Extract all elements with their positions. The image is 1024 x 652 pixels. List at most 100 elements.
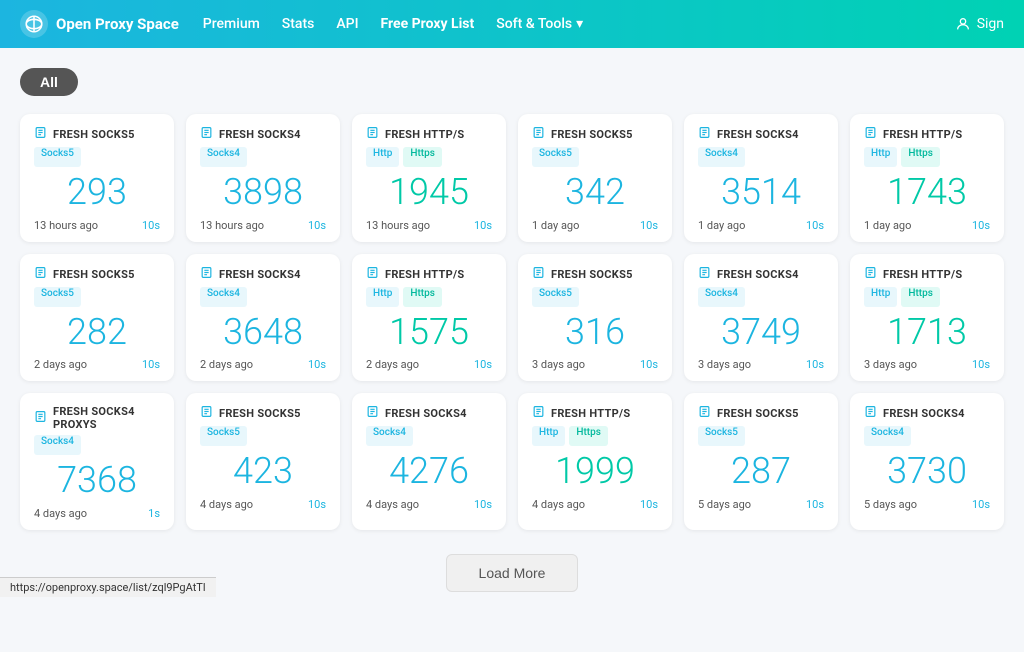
card-count: 3648	[200, 313, 326, 353]
card-interval: 10s	[142, 219, 160, 232]
card-time: 4 days ago	[532, 498, 585, 511]
proxy-card[interactable]: FRESH SOCKS4 Socks4 3730 5 days ago 10s	[850, 393, 1004, 530]
proxy-card[interactable]: FRESH HTTP/S HttpHttps 1999 4 days ago 1…	[518, 393, 672, 530]
proxy-card[interactable]: FRESH SOCKS4 Socks4 3514 1 day ago 10s	[684, 114, 838, 242]
card-footer: 2 days ago 10s	[200, 358, 326, 371]
proxy-card[interactable]: FRESH HTTP/S HttpHttps 1743 1 day ago 10…	[850, 114, 1004, 242]
nav-link-free-proxy-list[interactable]: Free Proxy List	[373, 12, 483, 36]
proxy-list-icon	[864, 405, 877, 422]
card-footer: 1 day ago 10s	[532, 219, 658, 232]
proxy-card[interactable]: FRESH SOCKS4 Socks4 3648 2 days ago 10s	[186, 254, 340, 382]
card-footer: 5 days ago 10s	[864, 498, 990, 511]
proxy-card[interactable]: FRESH SOCKS4 Socks4 3749 3 days ago 10s	[684, 254, 838, 382]
proxy-card[interactable]: FRESH SOCKS5 Socks5 342 1 day ago 10s	[518, 114, 672, 242]
card-count: 342	[532, 173, 658, 213]
proxy-card[interactable]: FRESH HTTP/S HttpHttps 1945 13 hours ago…	[352, 114, 506, 242]
tag-socks5: Socks5	[532, 147, 579, 167]
load-more-button[interactable]: Load More	[446, 554, 579, 592]
nav-sign-button[interactable]: Sign	[955, 16, 1004, 32]
nav-link-api[interactable]: API	[328, 12, 366, 36]
tag-http: Http	[366, 287, 399, 307]
card-time: 1 day ago	[698, 219, 745, 232]
card-footer: 4 days ago 1s	[34, 507, 160, 520]
tag-socks5: Socks5	[34, 287, 81, 307]
card-count: 316	[532, 313, 658, 353]
card-count: 3898	[200, 173, 326, 213]
tag-https: Https	[403, 287, 442, 307]
proxy-card[interactable]: FRESH HTTP/S HttpHttps 1713 3 days ago 1…	[850, 254, 1004, 382]
proxy-card[interactable]: FRESH SOCKS4 Socks4 4276 4 days ago 10s	[352, 393, 506, 530]
card-time: 2 days ago	[34, 358, 87, 371]
proxy-list-icon	[532, 126, 545, 143]
proxy-list-icon	[34, 126, 47, 143]
nav-link-stats[interactable]: Stats	[274, 12, 323, 36]
card-count: 3749	[698, 313, 824, 353]
proxy-list-icon	[864, 266, 877, 283]
card-interval: 10s	[308, 358, 326, 371]
card-tags: Socks5	[34, 287, 160, 307]
proxy-card[interactable]: FRESH SOCKS5 Socks5 282 2 days ago 10s	[20, 254, 174, 382]
proxy-grid: FRESH SOCKS5 Socks5 293 13 hours ago 10s…	[20, 114, 1004, 530]
card-tags: Socks4	[698, 147, 824, 167]
card-count: 287	[698, 452, 824, 492]
proxy-card[interactable]: FRESH SOCKS5 Socks5 293 13 hours ago 10s	[20, 114, 174, 242]
card-title: FRESH SOCKS4	[219, 128, 301, 141]
card-footer: 13 hours ago 10s	[200, 219, 326, 232]
card-title: FRESH HTTP/S	[551, 407, 630, 420]
statusbar: https://openproxy.space/list/zql9PgAtTl	[0, 577, 216, 597]
card-tags: Socks5	[532, 147, 658, 167]
nav-logo[interactable]: Open Proxy Space	[20, 10, 179, 38]
proxy-list-icon	[532, 405, 545, 422]
card-count: 1999	[532, 452, 658, 492]
card-footer: 13 hours ago 10s	[34, 219, 160, 232]
card-interval: 10s	[640, 498, 658, 511]
proxy-card[interactable]: FRESH SOCKS4 PROXYS Socks4 7368 4 days a…	[20, 393, 174, 530]
card-title: FRESH HTTP/S	[883, 268, 962, 281]
card-footer: 1 day ago 10s	[864, 219, 990, 232]
proxy-card[interactable]: FRESH SOCKS4 Socks4 3898 13 hours ago 10…	[186, 114, 340, 242]
tag-socks4: Socks4	[698, 287, 745, 307]
card-tags: Socks4	[864, 426, 990, 446]
card-footer: 4 days ago 10s	[366, 498, 492, 511]
card-footer: 2 days ago 10s	[34, 358, 160, 371]
card-interval: 10s	[972, 358, 990, 371]
all-filter-button[interactable]: All	[20, 68, 78, 96]
card-tags: Socks4	[200, 147, 326, 167]
proxy-card[interactable]: FRESH SOCKS5 Socks5 287 5 days ago 10s	[684, 393, 838, 530]
card-footer: 3 days ago 10s	[698, 358, 824, 371]
tag-http: Http	[864, 147, 897, 167]
tag-socks4: Socks4	[200, 287, 247, 307]
card-title: FRESH SOCKS5	[551, 268, 633, 281]
tag-https: Https	[403, 147, 442, 167]
tag-socks4: Socks4	[864, 426, 911, 446]
card-title: FRESH SOCKS4	[717, 128, 799, 141]
card-count: 1743	[864, 173, 990, 213]
card-tags: HttpHttps	[366, 147, 492, 167]
nav-link-premium[interactable]: Premium	[195, 12, 268, 36]
card-title: FRESH HTTP/S	[883, 128, 962, 141]
tag-socks4: Socks4	[366, 426, 413, 446]
card-interval: 10s	[640, 219, 658, 232]
nav-link-soft-tools[interactable]: Soft & Tools ▾	[488, 12, 591, 36]
card-count: 3730	[864, 452, 990, 492]
proxy-card[interactable]: FRESH SOCKS5 Socks5 423 4 days ago 10s	[186, 393, 340, 530]
card-title: FRESH SOCKS4	[883, 407, 965, 420]
card-interval: 10s	[806, 498, 824, 511]
tag-socks4: Socks4	[200, 147, 247, 167]
proxy-card[interactable]: FRESH HTTP/S HttpHttps 1575 2 days ago 1…	[352, 254, 506, 382]
card-time: 4 days ago	[34, 507, 87, 520]
card-title: FRESH SOCKS5	[551, 128, 633, 141]
proxy-card[interactable]: FRESH SOCKS5 Socks5 316 3 days ago 10s	[518, 254, 672, 382]
proxy-list-icon	[698, 126, 711, 143]
card-tags: Socks4	[698, 287, 824, 307]
tag-https: Https	[901, 287, 940, 307]
card-tags: Socks5	[698, 426, 824, 446]
card-time: 4 days ago	[366, 498, 419, 511]
card-count: 423	[200, 452, 326, 492]
card-count: 1713	[864, 313, 990, 353]
tag-socks5: Socks5	[698, 426, 745, 446]
card-time: 3 days ago	[864, 358, 917, 371]
tag-socks5: Socks5	[34, 147, 81, 167]
card-interval: 10s	[640, 358, 658, 371]
proxy-list-icon	[864, 126, 877, 143]
